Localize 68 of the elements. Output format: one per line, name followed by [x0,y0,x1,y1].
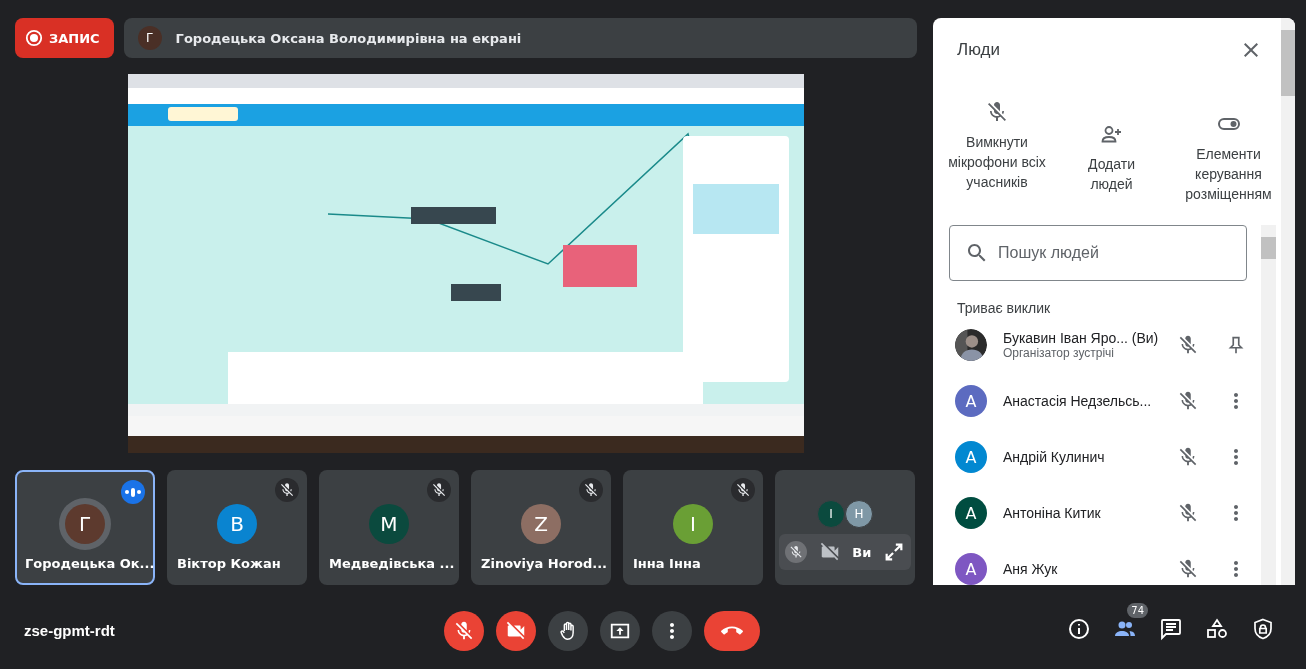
camera-button[interactable] [496,610,536,651]
mic-off-icon [985,100,1009,124]
participant-name: Городецька Ок... [25,556,155,571]
panel-title: Люди [957,40,1000,60]
mic-off-icon[interactable] [1177,446,1199,468]
mic-off-icon [453,619,475,642]
count-badge: 74 [1127,602,1148,618]
participant-name: Анастасія Недзельсь... [1003,393,1153,409]
participant-tile[interactable]: Z Zinoviya Horod... [471,470,611,585]
avatar: Н [845,500,873,528]
participant-name: Інна Інна [633,556,701,571]
leave-call-button[interactable] [704,610,760,651]
participant-name: Zinoviya Horod... [481,556,608,571]
mic-off-icon[interactable] [1177,502,1199,524]
scrollbar[interactable] [1281,18,1295,585]
more-icon [670,622,674,639]
participant-tile[interactable]: І Н Ви [775,470,915,585]
chat-icon [1159,616,1183,641]
record-icon [25,29,43,47]
self-label: Ви [852,544,872,560]
mic-off-icon[interactable] [1177,558,1199,580]
avatar: А [955,497,987,529]
participant-name: Андрій Кулинич [1003,449,1106,465]
participant-tile[interactable]: І Інна Інна [623,470,763,585]
side-button[interactable] [1158,616,1184,643]
scrollbar[interactable] [1261,225,1276,585]
mic-off-icon[interactable] [1177,390,1199,412]
participant-name: Аня Жук [1003,561,1059,577]
more-options-button[interactable] [652,610,692,651]
participant-tile[interactable]: М Медведівська ... [319,470,459,585]
participant-name: Букавин Іван Яро... (Ви) [1003,330,1160,346]
participant-name: Антоніна Китик [1003,505,1102,521]
mic-off-icon[interactable] [1177,334,1199,356]
panel-action-button[interactable]: Елементи керування розміщенням [1176,100,1281,204]
avatar: В [217,504,257,544]
participant-name: Медведівська ... [329,556,455,571]
search-field[interactable]: Пошук людей [949,225,1247,281]
more-icon[interactable] [1233,390,1239,412]
panel-action-button[interactable]: Вимкнути мікрофони всіх учасників [947,100,1047,204]
avatar: Г [137,26,162,50]
raise-hand-button[interactable] [548,610,588,651]
avatar: І [817,500,845,528]
presenter-text: Городецька Оксана Володимирівна на екрані [175,30,522,46]
participant-name: Віктор Кожан [177,556,281,571]
recording-label: ЗАПИС [49,30,100,46]
avatar: Z [521,504,561,544]
microphone-button[interactable] [444,610,484,651]
present-button[interactable] [600,610,640,651]
camera-off-icon[interactable] [818,541,841,563]
shapes-icon [1205,616,1229,641]
section-heading: Триває виклик [956,299,1052,317]
participant-tile[interactable]: В Віктор Кожан [167,470,307,585]
meeting-code: zse-gpmt-rdt [24,622,116,639]
shield-lock-icon [1251,616,1275,641]
avatar: І [673,504,713,544]
info-icon [1067,616,1091,641]
more-icon[interactable] [1233,558,1239,580]
mic-off-icon[interactable] [784,541,807,563]
panel-action-button[interactable]: Додати людей [1075,100,1148,204]
participant-tile[interactable]: Г Городецька Ок... [15,470,155,585]
avatar: А [955,385,987,417]
camera-off-icon [505,619,527,642]
more-icon[interactable] [1233,446,1239,468]
more-icon[interactable] [1233,502,1239,524]
avatar: А [955,441,987,473]
avatar: А [955,553,987,585]
participant-role: Організатор зустрічі [1003,346,1116,360]
avatar: М [369,504,409,544]
